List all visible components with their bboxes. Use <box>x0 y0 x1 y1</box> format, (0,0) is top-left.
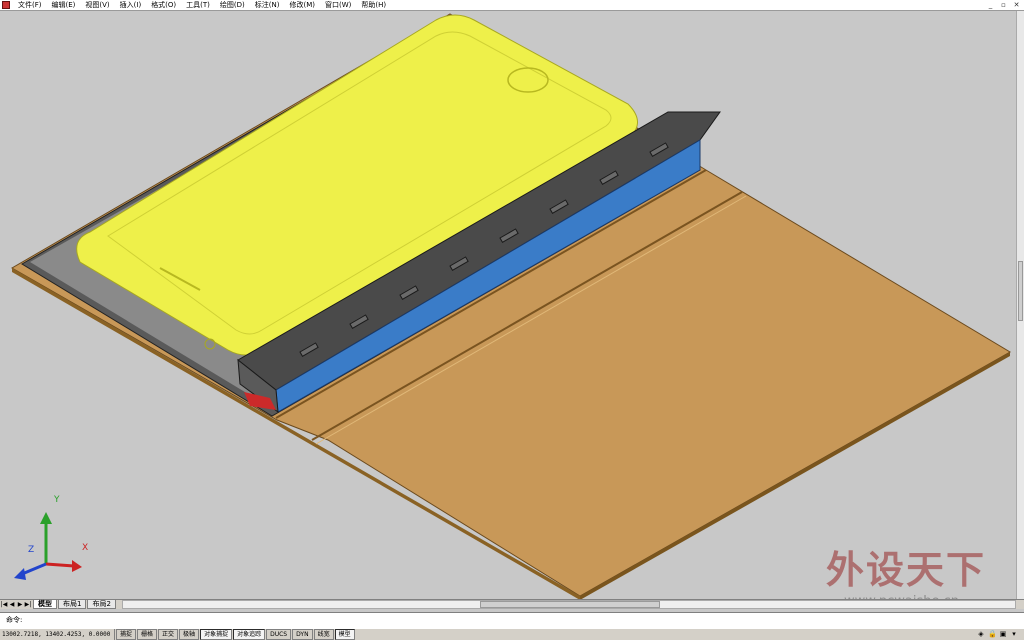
osnap-toggle[interactable]: 对象捕捉 <box>200 629 233 640</box>
ucs-axis-icon <box>14 512 82 580</box>
menu-dimension[interactable]: 标注(N) <box>250 0 285 10</box>
ducs-toggle[interactable]: DUCS <box>266 629 292 640</box>
grid-toggle[interactable]: 栅格 <box>137 629 158 640</box>
tab-model[interactable]: 模型 <box>33 600 57 609</box>
menu-draw[interactable]: 绘图(D) <box>215 0 250 10</box>
last-tab-icon[interactable]: ▶| <box>24 600 32 609</box>
prev-tab-icon[interactable]: ◀ <box>8 600 16 609</box>
model-scene <box>10 13 1011 599</box>
lineweight-toggle[interactable]: 线宽 <box>313 629 334 640</box>
menu-edit[interactable]: 编辑(E) <box>47 0 81 10</box>
drawing-viewport[interactable]: Y X Z <box>0 11 1016 599</box>
menu-modify[interactable]: 修改(M) <box>284 0 320 10</box>
vertical-scrollbar[interactable] <box>1016 11 1024 599</box>
restore-icon[interactable]: ▫ <box>1000 1 1007 9</box>
minimize-icon[interactable]: _ <box>987 1 994 9</box>
lock-icon[interactable]: 🔒 <box>988 630 997 638</box>
vertical-scroll-thumb[interactable] <box>1018 261 1023 321</box>
next-tab-icon[interactable]: ▶ <box>16 600 24 609</box>
first-tab-icon[interactable]: |◀ <box>0 600 8 609</box>
otrack-toggle[interactable]: 对象追踪 <box>233 629 266 640</box>
horizontal-scrollbar[interactable] <box>121 600 1016 609</box>
horizontal-scroll-thumb[interactable] <box>479 601 661 608</box>
model-toggle[interactable]: 模型 <box>334 629 355 640</box>
dyn-toggle[interactable]: DYN <box>292 629 313 640</box>
ucs-y-label: Y <box>54 495 60 505</box>
clean-screen-icon[interactable]: ▣ <box>999 630 1007 638</box>
menu-help[interactable]: 帮助(H) <box>356 0 391 10</box>
app-icon[interactable] <box>2 1 10 9</box>
close-icon[interactable]: ✕ <box>1013 1 1020 9</box>
status-bar: 13002.7218, 13402.4253, 0.0000 捕捉 栅格 正交 … <box>0 629 1024 640</box>
polar-toggle[interactable]: 极轴 <box>179 629 200 640</box>
ortho-toggle[interactable]: 正交 <box>158 629 179 640</box>
coordinate-readout: 13002.7218, 13402.4253, 0.0000 <box>0 629 115 640</box>
comm-center-icon[interactable]: ◈ <box>977 630 985 638</box>
status-tray: ◈ 🔒 ▣ ▾ <box>977 630 1018 638</box>
menu-tools[interactable]: 工具(T) <box>181 0 215 10</box>
ucs-z-label: Z <box>28 545 35 555</box>
window-controls: _ ▫ ✕ <box>987 0 1020 10</box>
command-prompt: 命令: <box>6 616 23 624</box>
menu-file[interactable]: 文件(F) <box>13 0 47 10</box>
dropdown-arrow-icon[interactable]: ▾ <box>1010 630 1018 638</box>
command-input[interactable] <box>30 614 994 626</box>
menu-insert[interactable]: 插入(I) <box>115 0 147 10</box>
tab-layout1[interactable]: 布局1 <box>58 600 87 609</box>
ucs-x-label: X <box>82 543 89 553</box>
tab-layout2[interactable]: 布局2 <box>87 600 116 609</box>
menu-view[interactable]: 视图(V) <box>80 0 114 10</box>
layout-tab-bar: |◀ ◀ ▶ ▶| 模型 布局1 布局2 <box>0 599 1024 609</box>
snap-toggle[interactable]: 捕捉 <box>116 629 137 640</box>
menu-bar: 文件(F) 编辑(E) 视图(V) 插入(I) 格式(O) 工具(T) 绘图(D… <box>0 0 1024 11</box>
menu-format[interactable]: 格式(O) <box>146 0 181 10</box>
menu-window[interactable]: 窗口(W) <box>320 0 356 10</box>
command-line: 命令: <box>0 612 1024 630</box>
